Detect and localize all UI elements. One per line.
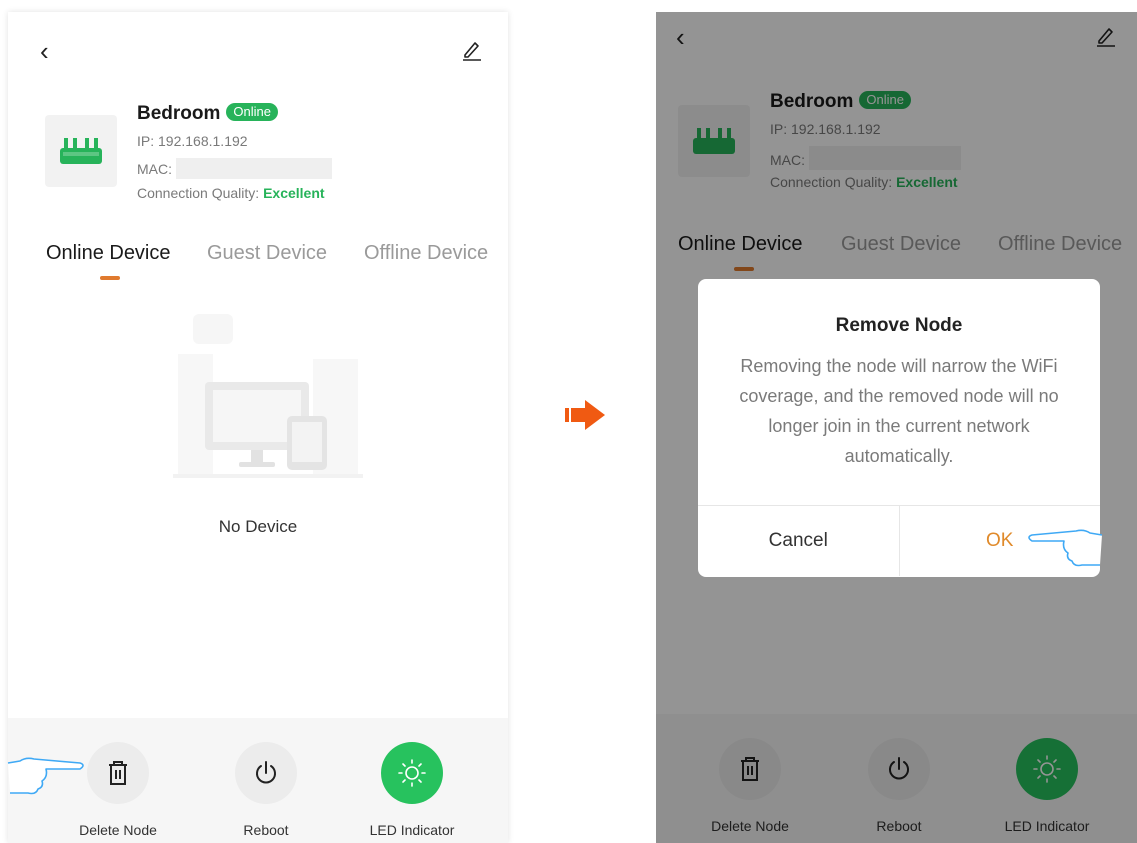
delete-node-label: Delete Node xyxy=(79,822,157,838)
reboot-label: Reboot xyxy=(243,822,289,838)
ip-row: IP: 192.168.1.192 xyxy=(137,133,248,149)
router-icon xyxy=(45,115,117,187)
device-name: Bedroom Online xyxy=(137,103,278,125)
dialog-title: Remove Node xyxy=(835,315,963,336)
ip-label: IP: xyxy=(137,133,155,149)
led-indicator-label: LED Indicator xyxy=(369,822,455,838)
right-screen: ‹ Bedroom Online IP: 192.168.1.192 MAC: C… xyxy=(656,12,1137,843)
pointing-hand-icon xyxy=(6,755,86,802)
quality-value: Excellent xyxy=(263,185,325,201)
next-step-arrow-icon xyxy=(565,398,607,437)
active-tab-indicator xyxy=(100,276,120,280)
power-icon xyxy=(256,761,276,784)
led-indicator-button[interactable]: LED Indicator xyxy=(347,742,477,838)
tab-online-device[interactable]: Online Device xyxy=(46,242,171,265)
quality-row: Connection Quality: Excellent xyxy=(137,185,325,201)
mac-redacted-box xyxy=(175,158,332,179)
tab-guest-device[interactable]: Guest Device xyxy=(207,242,327,265)
dialog-message: Removing the node will narrow the WiFi c… xyxy=(739,356,1059,466)
device-name-text: Bedroom xyxy=(137,103,221,124)
ip-value: 192.168.1.192 xyxy=(158,133,248,149)
status-badge: Online xyxy=(226,103,278,121)
quality-label: Connection Quality: xyxy=(137,185,260,201)
trash-icon xyxy=(109,761,127,785)
left-screen: ‹ Bedroom Online IP: 192.168.1.192 MAC: C… xyxy=(8,12,508,843)
reboot-button[interactable]: Reboot xyxy=(201,742,331,838)
mac-row: MAC: xyxy=(137,158,332,179)
mac-label: MAC: xyxy=(137,161,172,177)
pointing-hand-icon xyxy=(1026,527,1104,572)
back-chevron-icon[interactable]: ‹ xyxy=(40,38,49,64)
no-device-illustration xyxy=(173,304,363,489)
empty-state-text: No Device xyxy=(218,517,298,536)
delete-circle[interactable] xyxy=(87,742,149,804)
sun-icon xyxy=(398,759,426,787)
tab-offline-device[interactable]: Offline Device xyxy=(364,242,488,265)
edit-pencil-icon[interactable] xyxy=(460,38,484,62)
reboot-circle[interactable] xyxy=(235,742,297,804)
led-circle[interactable] xyxy=(381,742,443,804)
cancel-button[interactable]: Cancel xyxy=(698,506,900,576)
